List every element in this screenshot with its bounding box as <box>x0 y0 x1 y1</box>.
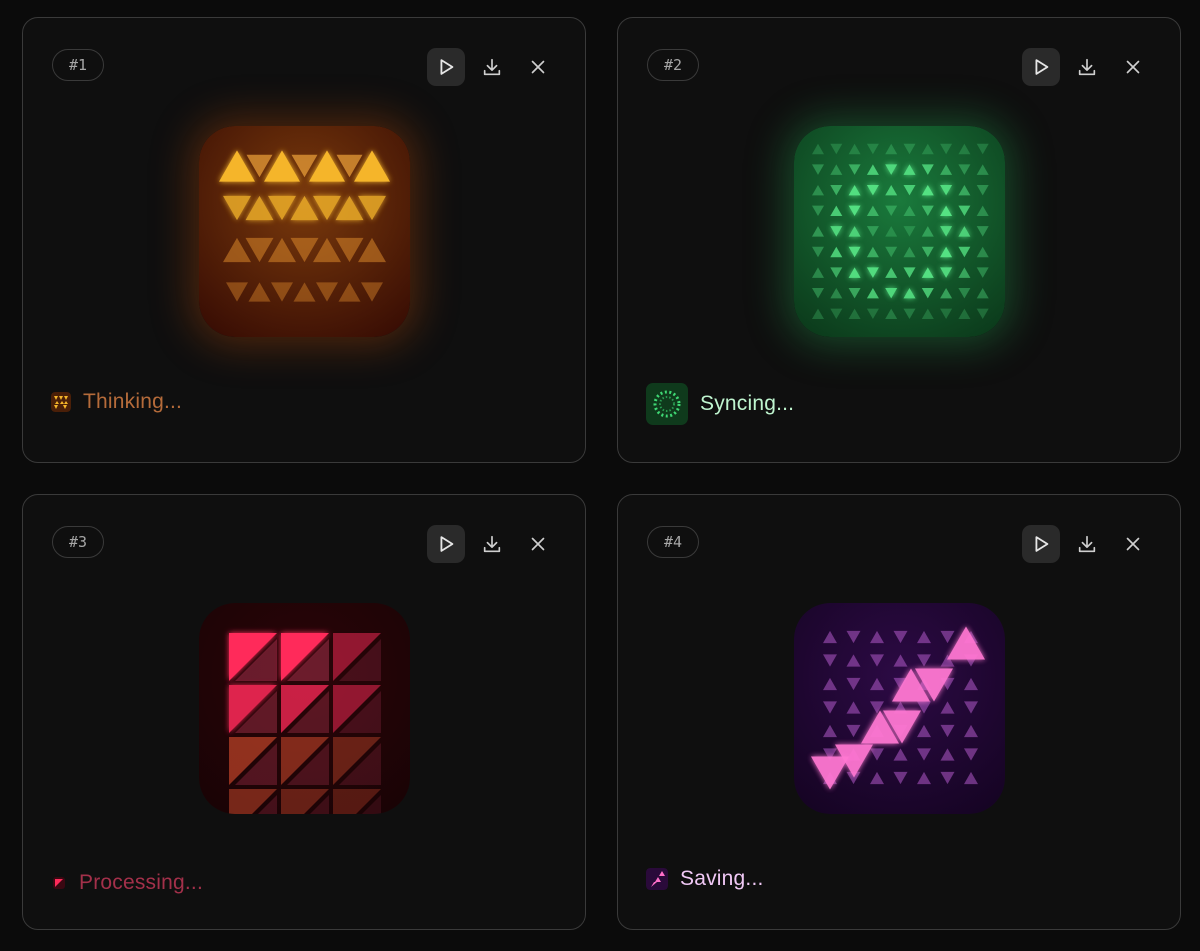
card-number-badge: #1 <box>52 49 104 81</box>
animation-card-1: #1 Thinking... <box>22 17 586 463</box>
card-number-badge: #4 <box>647 526 699 558</box>
status-label: Saving... <box>680 867 764 890</box>
loader-preview-green <box>794 126 1005 337</box>
card-number-badge: #3 <box>52 526 104 558</box>
close-icon <box>531 537 545 551</box>
download-button[interactable] <box>473 48 511 86</box>
animation-card-3: #3 Processing... <box>22 494 586 930</box>
animation-card-4: #4 Saving... <box>617 494 1181 930</box>
status-row: Syncing... <box>646 383 794 425</box>
loader-thumbnail-icon <box>51 392 71 412</box>
loader-preview-red <box>199 603 410 814</box>
status-label: Syncing... <box>700 392 795 415</box>
close-button[interactable] <box>519 48 557 86</box>
download-button[interactable] <box>1068 48 1106 86</box>
play-button[interactable] <box>427 525 465 563</box>
play-icon <box>1035 59 1049 75</box>
status-row: Thinking... <box>51 390 182 414</box>
loader-thumbnail-icon <box>53 877 65 889</box>
play-button[interactable] <box>1022 48 1060 86</box>
loader-preview-violet <box>794 603 1005 814</box>
play-button[interactable] <box>1022 525 1060 563</box>
loader-thumbnail-icon <box>646 383 688 425</box>
status-label: Thinking... <box>83 390 183 413</box>
status-label: Processing... <box>79 871 203 894</box>
close-icon <box>1126 537 1140 551</box>
play-icon <box>440 59 454 75</box>
status-row: Saving... <box>646 867 764 891</box>
loader-thumbnail-icon <box>646 868 668 890</box>
card-actions <box>427 525 565 563</box>
download-icon <box>1078 535 1096 553</box>
download-button[interactable] <box>473 525 511 563</box>
download-icon <box>483 58 501 76</box>
status-row: Processing... <box>51 871 203 895</box>
close-button[interactable] <box>1114 48 1152 86</box>
card-number-badge: #2 <box>647 49 699 81</box>
card-actions <box>1022 525 1160 563</box>
play-icon <box>440 536 454 552</box>
download-icon <box>483 535 501 553</box>
card-actions <box>427 48 565 86</box>
card-actions <box>1022 48 1160 86</box>
close-icon <box>1126 60 1140 74</box>
close-icon <box>531 60 545 74</box>
loader-preview-amber <box>199 126 410 337</box>
download-icon <box>1078 58 1096 76</box>
close-button[interactable] <box>519 525 557 563</box>
download-button[interactable] <box>1068 525 1106 563</box>
close-button[interactable] <box>1114 525 1152 563</box>
play-icon <box>1035 536 1049 552</box>
play-button[interactable] <box>427 48 465 86</box>
animation-card-2: #2 Syncing... <box>617 17 1181 463</box>
